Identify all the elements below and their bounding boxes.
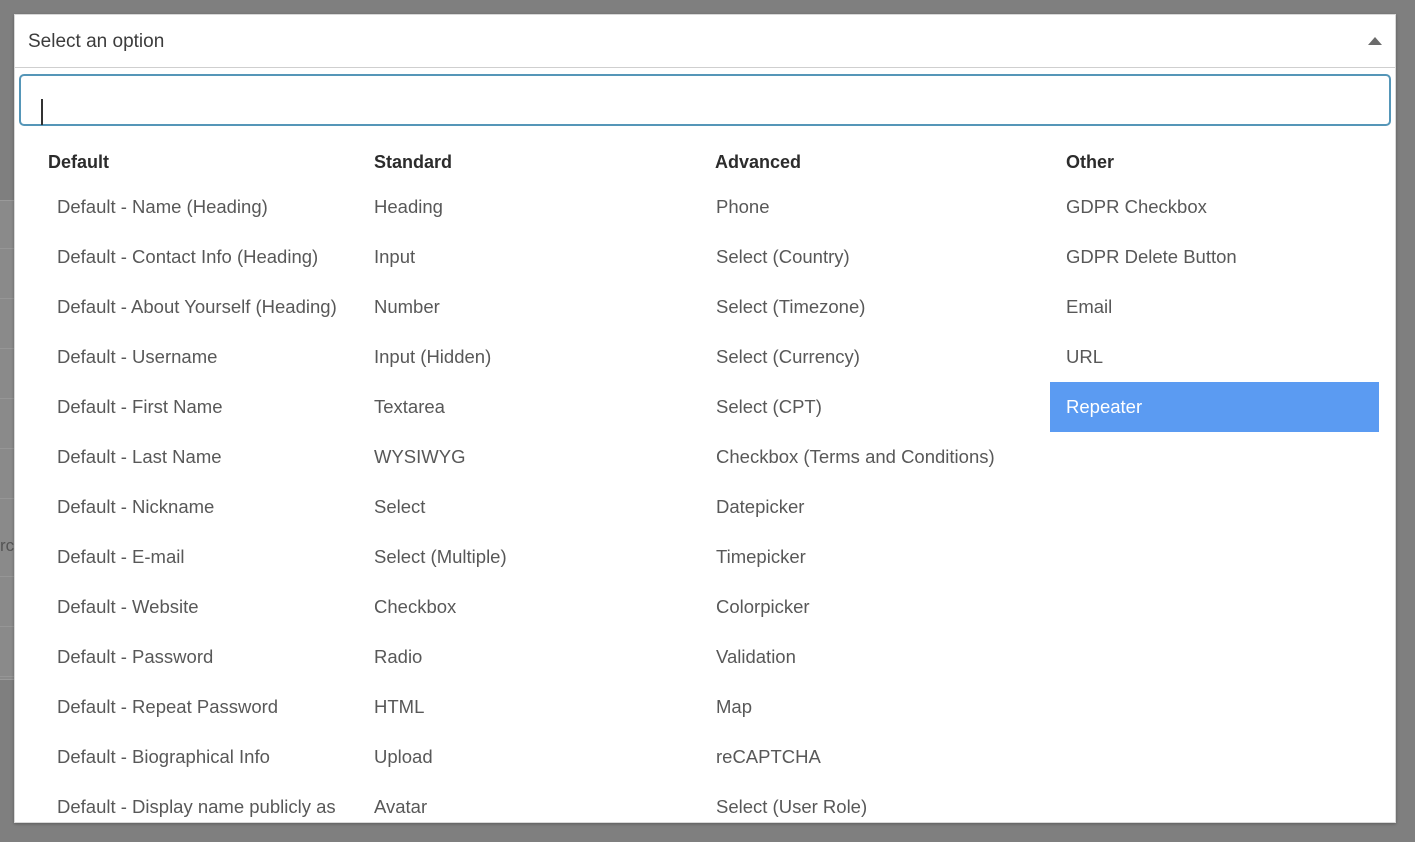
option-item[interactable]: Default - E-mail bbox=[35, 532, 360, 582]
option-item[interactable]: Default - Password bbox=[35, 632, 360, 682]
option-item[interactable]: Textarea bbox=[360, 382, 705, 432]
option-item[interactable]: Default - Website bbox=[35, 582, 360, 632]
option-item[interactable]: Default - Last Name bbox=[35, 432, 360, 482]
option-group-label: Standard bbox=[374, 152, 453, 172]
option-item[interactable]: Default - Nickname bbox=[35, 482, 360, 532]
option-item[interactable]: Default - Display name publicly as bbox=[35, 782, 360, 822]
select-dropdown-panel: Select an option Default Default - Name (… bbox=[14, 14, 1396, 823]
option-item[interactable]: Email bbox=[1050, 282, 1379, 332]
option-item[interactable]: Default - Repeat Password bbox=[35, 682, 360, 732]
option-item[interactable]: Select (User Role) bbox=[705, 782, 1050, 822]
option-item[interactable]: Timepicker bbox=[705, 532, 1050, 582]
option-item[interactable]: Default - Contact Info (Heading) bbox=[35, 232, 360, 282]
dropdown-selected-label: Select an option bbox=[28, 30, 165, 52]
option-item[interactable]: Input bbox=[360, 232, 705, 282]
dropdown-search-container bbox=[15, 68, 1395, 130]
option-item[interactable]: Validation bbox=[705, 632, 1050, 682]
option-item[interactable]: GDPR Delete Button bbox=[1050, 232, 1379, 282]
option-group-label: Other bbox=[1066, 152, 1115, 172]
option-item[interactable]: Select (Multiple) bbox=[360, 532, 705, 582]
option-item[interactable]: Heading bbox=[360, 182, 705, 232]
option-item[interactable]: Checkbox bbox=[360, 582, 705, 632]
option-item[interactable]: Repeater bbox=[1050, 382, 1379, 432]
option-item[interactable]: Colorpicker bbox=[705, 582, 1050, 632]
option-item[interactable]: Select (CPT) bbox=[705, 382, 1050, 432]
option-item[interactable]: Default - First Name bbox=[35, 382, 360, 432]
option-item[interactable]: Default - Username bbox=[35, 332, 360, 382]
option-item[interactable]: WYSIWYG bbox=[360, 432, 705, 482]
dropdown-header[interactable]: Select an option bbox=[15, 15, 1395, 68]
option-group-other: Other GDPR Checkbox GDPR Delete Button Emai… bbox=[1050, 130, 1379, 822]
option-item[interactable]: Radio bbox=[360, 632, 705, 682]
option-group-default: Default Default - Name (Heading) Default -… bbox=[15, 130, 360, 822]
text-cursor bbox=[41, 99, 43, 125]
option-item[interactable]: Avatar bbox=[360, 782, 705, 822]
option-item[interactable]: Checkbox (Terms and Conditions) bbox=[705, 432, 1050, 482]
option-item[interactable]: Select bbox=[360, 482, 705, 532]
option-item[interactable]: Datepicker bbox=[705, 482, 1050, 532]
option-group-standard: Standard Heading Input Number Input (Hidden)… bbox=[360, 130, 705, 822]
option-item[interactable]: Phone bbox=[705, 182, 1050, 232]
option-item[interactable]: Select (Timezone) bbox=[705, 282, 1050, 332]
option-item[interactable]: Select (Country) bbox=[705, 232, 1050, 282]
option-item[interactable]: Default - Name (Heading) bbox=[35, 182, 360, 232]
option-item[interactable]: Default - About Yourself (Heading) bbox=[35, 282, 360, 332]
option-item[interactable]: HTML bbox=[360, 682, 705, 732]
dropdown-options-grid: Default Default - Name (Heading) Default -… bbox=[15, 130, 1395, 822]
option-item[interactable]: Upload bbox=[360, 732, 705, 782]
option-group-advanced: Advanced Phone Select (Country) Select (Tim… bbox=[705, 130, 1050, 822]
option-item[interactable]: URL bbox=[1050, 332, 1379, 382]
option-group-label: Advanced bbox=[715, 152, 802, 172]
option-item[interactable]: Number bbox=[360, 282, 705, 332]
option-item[interactable]: Map bbox=[705, 682, 1050, 732]
option-item[interactable]: GDPR Checkbox bbox=[1050, 182, 1379, 232]
option-group-label: Default bbox=[48, 152, 110, 172]
triangle-up-icon[interactable] bbox=[1368, 37, 1382, 45]
option-item[interactable]: Default - Biographical Info bbox=[35, 732, 360, 782]
option-item[interactable]: reCAPTCHA bbox=[705, 732, 1050, 782]
search-input[interactable] bbox=[19, 74, 1391, 126]
option-item[interactable]: Input (Hidden) bbox=[360, 332, 705, 382]
option-item[interactable]: Select (Currency) bbox=[705, 332, 1050, 382]
